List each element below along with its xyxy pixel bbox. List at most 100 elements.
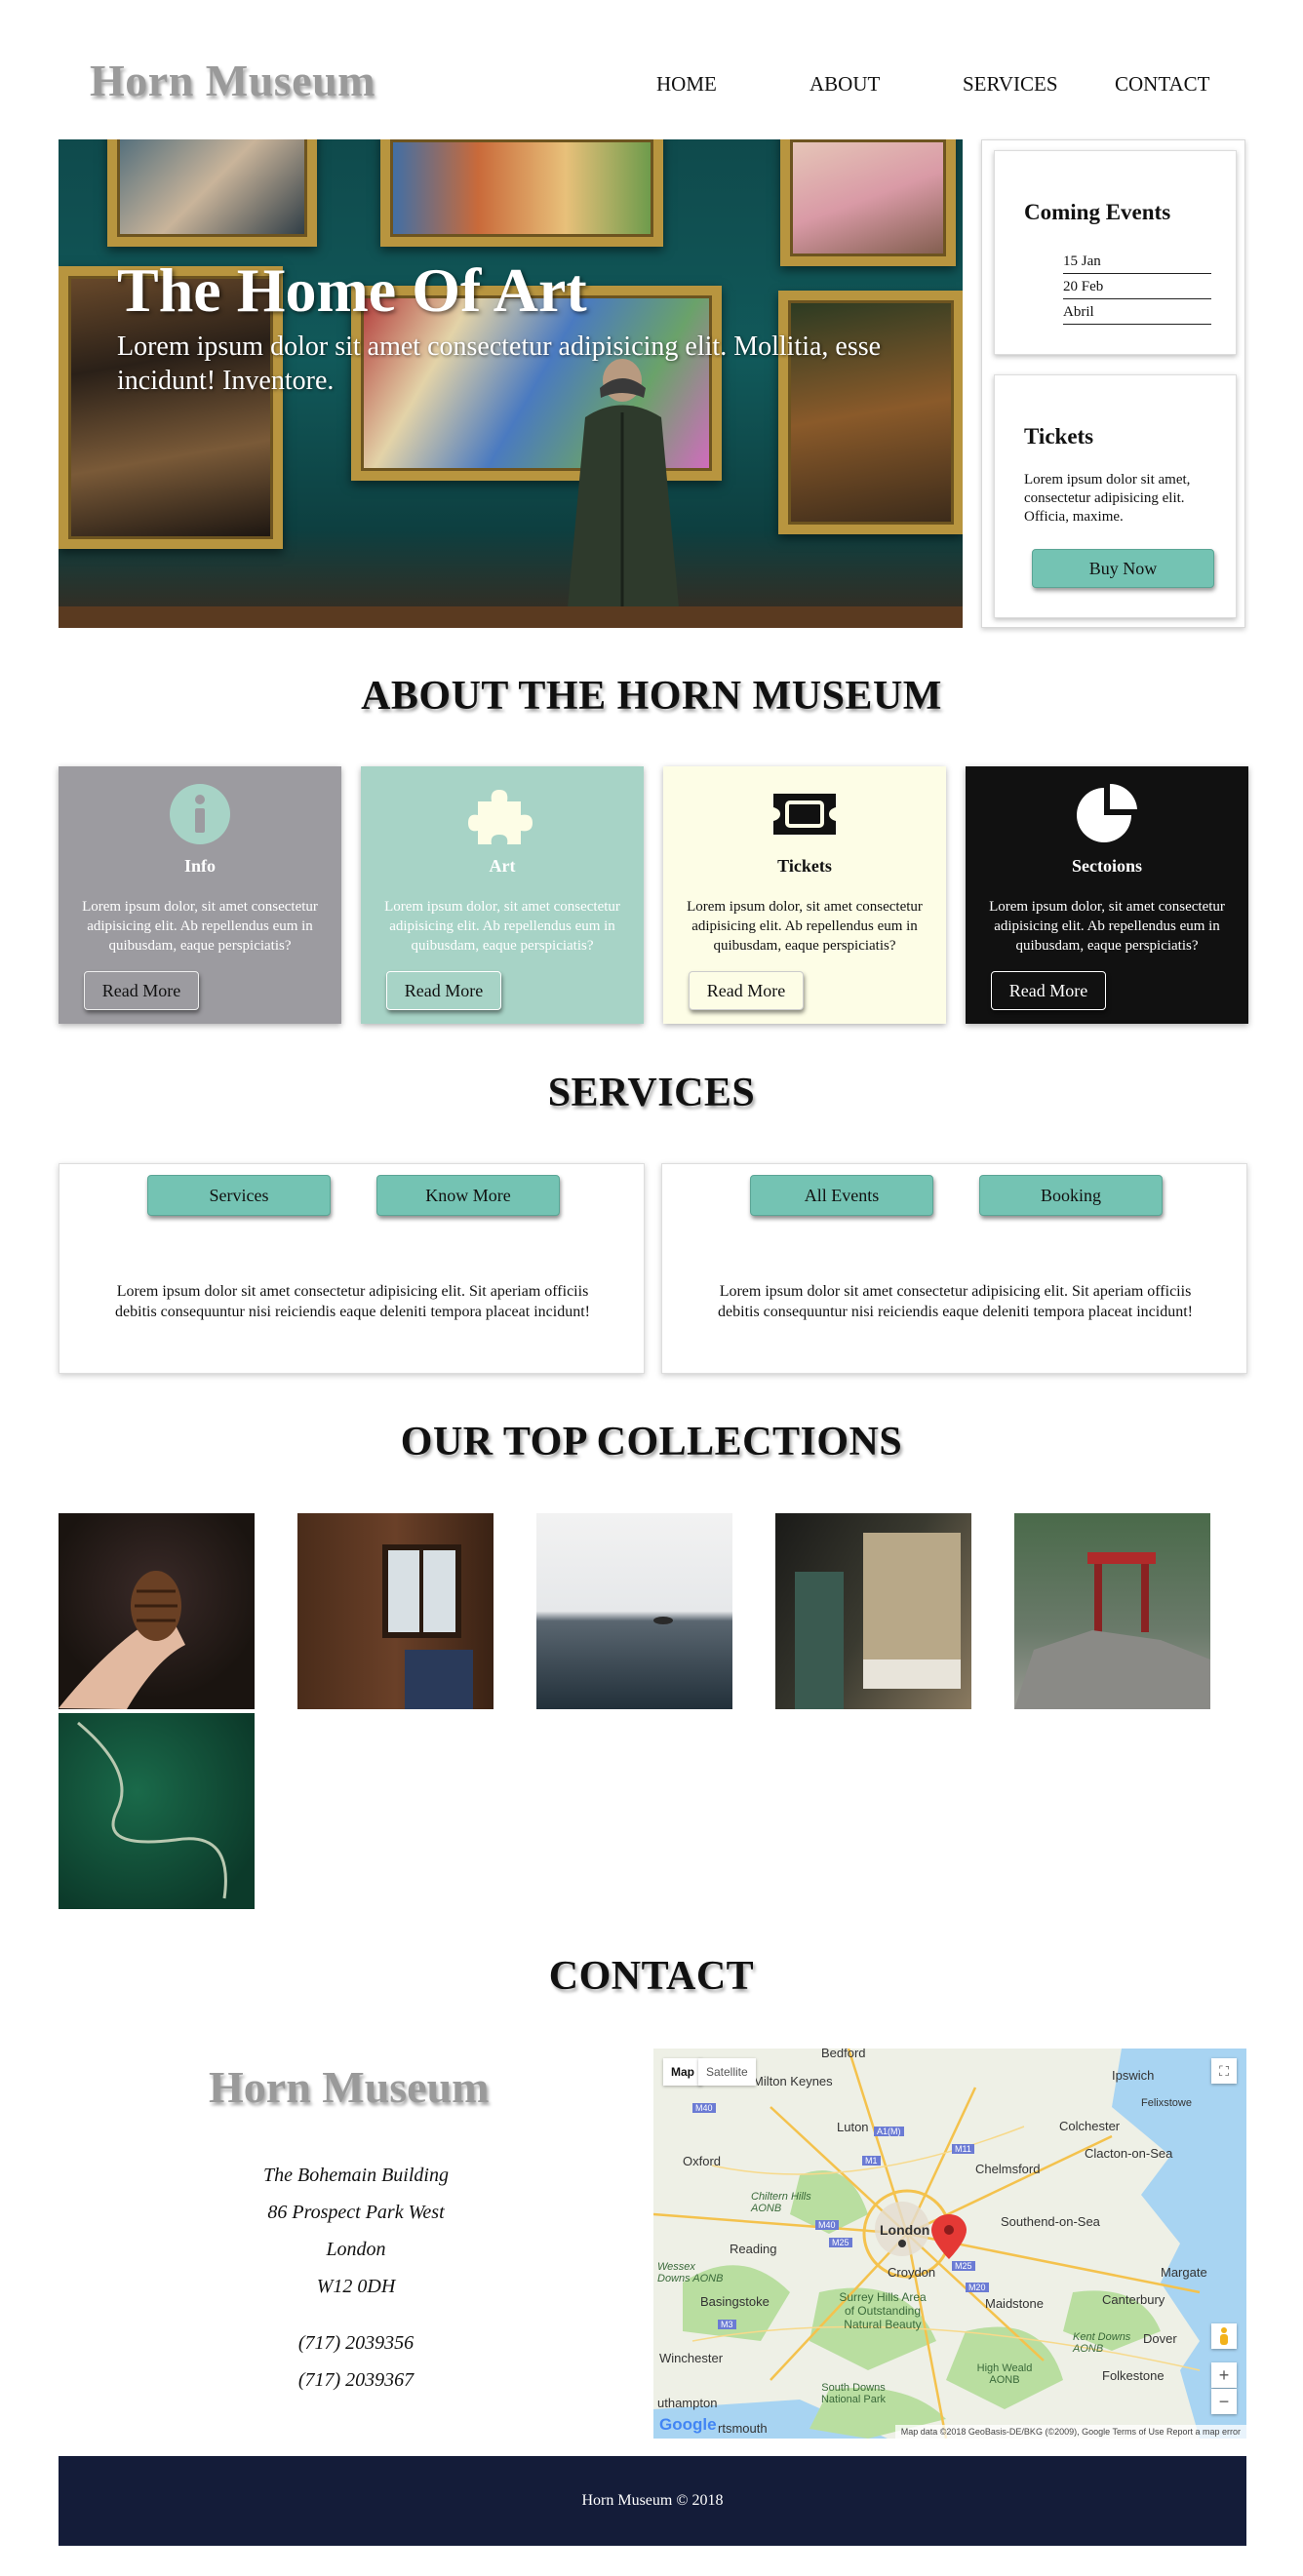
nav-services[interactable]: SERVICES xyxy=(963,72,1058,97)
contact-logo: Horn Museum xyxy=(209,2062,490,2112)
about-card-title: Art xyxy=(489,856,516,876)
road-shield: M25 xyxy=(952,2261,975,2271)
map-label: Chelmsford xyxy=(975,2162,1041,2176)
about-card-text: Lorem ipsum dolor, sit amet consectetur … xyxy=(384,899,620,954)
road-shield: M20 xyxy=(966,2283,989,2292)
map-label: Wessex Downs AONB xyxy=(657,2261,724,2284)
services-box: Services Know More Lorem ipsum dolor sit… xyxy=(59,1163,645,1374)
street-view-pegman-icon[interactable] xyxy=(1211,2323,1237,2349)
map-label: Canterbury xyxy=(1102,2292,1165,2307)
know-more-button[interactable]: Know More xyxy=(376,1175,560,1216)
collections-title: OUR TOP COLLECTIONS xyxy=(400,1420,903,1464)
hero-subtitle: Lorem ipsum dolor sit amet consectetur a… xyxy=(117,332,882,396)
map-label: Colchester xyxy=(1059,2119,1121,2133)
zoom-out-button[interactable]: − xyxy=(1211,2389,1237,2414)
about-card-info: Info Lorem ipsum dolor, sit amet consect… xyxy=(59,766,341,1024)
about-card-title: Tickets xyxy=(777,856,832,876)
collection-image[interactable] xyxy=(536,1513,732,1709)
read-more-button[interactable]: Read More xyxy=(386,971,501,1010)
visitor-figure xyxy=(566,359,681,628)
map-label: High Weald AONB xyxy=(976,2362,1033,2386)
map-label: Luton xyxy=(837,2120,869,2134)
map-label: Ipswich xyxy=(1112,2068,1155,2083)
about-card-text: Lorem ipsum dolor, sit amet consectetur … xyxy=(687,899,923,954)
services-text: Lorem ipsum dolor sit amet consectetur a… xyxy=(115,1283,590,1320)
hero-title: The Home Of Art xyxy=(117,255,587,325)
map-label: South Downs National Park xyxy=(820,2382,887,2405)
map-type-satellite-tab[interactable]: Satellite xyxy=(698,2058,756,2086)
map-label: Oxford xyxy=(683,2154,722,2168)
google-map[interactable]: Bedford Milton Keynes Ipswich Felixstowe… xyxy=(653,2049,1246,2439)
map-label: Milton Keynes xyxy=(753,2074,833,2088)
about-card-sections: Sectoions Lorem ipsum dolor, sit amet co… xyxy=(966,766,1248,1024)
map-label: uthampton xyxy=(657,2396,718,2410)
about-card-title: Sectoions xyxy=(1072,856,1142,876)
road-shield: M11 xyxy=(952,2144,974,2154)
read-more-button[interactable]: Read More xyxy=(991,971,1106,1010)
fullscreen-icon[interactable]: ⛶ xyxy=(1211,2058,1237,2084)
nav-contact[interactable]: CONTACT xyxy=(1115,72,1209,97)
collection-image[interactable] xyxy=(775,1513,971,1709)
map-label: Bedford xyxy=(821,2049,866,2060)
collection-image[interactable] xyxy=(1014,1513,1210,1709)
address-line: 86 Prospect Park West xyxy=(267,2202,445,2223)
map-label: Maidstone xyxy=(985,2296,1044,2311)
painting xyxy=(107,139,317,247)
road-shield: A1(M) xyxy=(874,2127,904,2136)
services-button[interactable]: Services xyxy=(147,1175,331,1216)
info-icon xyxy=(170,784,230,844)
map-label: Chiltern Hills AONB xyxy=(751,2191,811,2214)
map-type-map-tab[interactable]: Map xyxy=(663,2058,702,2086)
event-item[interactable]: 15 Jan xyxy=(1063,249,1211,274)
booking-button[interactable]: Booking xyxy=(979,1175,1163,1216)
pie-chart-icon xyxy=(1077,783,1137,842)
map-attribution[interactable]: Map data ©2018 GeoBasis-DE/BKG (©2009), … xyxy=(894,2425,1246,2439)
about-card-title: Info xyxy=(183,856,216,876)
phone-number[interactable]: (717) 2039367 xyxy=(195,2369,517,2392)
all-events-button[interactable]: All Events xyxy=(750,1175,933,1216)
road-shield: M1 xyxy=(862,2156,881,2166)
hero-banner: The Home Of Art Lorem ipsum dolor sit am… xyxy=(59,139,963,628)
map-label: Felixstowe xyxy=(1141,2097,1192,2109)
map-label: Southend-on-Sea xyxy=(1001,2214,1100,2229)
about-card-text: Lorem ipsum dolor, sit amet consectetur … xyxy=(82,899,318,954)
phone-number[interactable]: (717) 2039356 xyxy=(195,2332,517,2355)
map-label: Surrey Hills Area of Outstanding Natural… xyxy=(839,2290,927,2331)
road-shield: M25 xyxy=(829,2238,852,2247)
events-box: All Events Booking Lorem ipsum dolor sit… xyxy=(661,1163,1247,1374)
tickets-description: Lorem ipsum dolor sit amet, consectetur … xyxy=(1024,472,1191,525)
google-logo[interactable]: Google xyxy=(659,2415,717,2435)
collection-image[interactable] xyxy=(59,1513,255,1709)
painting xyxy=(780,139,956,266)
read-more-button[interactable]: Read More xyxy=(84,971,199,1010)
map-label: Basingstoke xyxy=(700,2294,770,2309)
map-label: Folkestone xyxy=(1102,2368,1165,2383)
contact-title: CONTACT xyxy=(548,1954,755,1999)
event-item[interactable]: 20 Feb xyxy=(1063,274,1211,299)
collection-image[interactable] xyxy=(297,1513,494,1709)
road-shield: M40 xyxy=(692,2103,716,2113)
about-card-art: Art Lorem ipsum dolor, sit amet consecte… xyxy=(361,766,644,1024)
services-title: SERVICES xyxy=(547,1071,756,1115)
map-label: Margate xyxy=(1161,2265,1207,2280)
read-more-button[interactable]: Read More xyxy=(689,971,804,1010)
map-label: Croydon xyxy=(888,2265,936,2280)
nav-home[interactable]: HOME xyxy=(656,72,717,97)
painting xyxy=(778,291,963,534)
puzzle-icon xyxy=(468,790,533,844)
tickets-card: Tickets Lorem ipsum dolor sit amet, cons… xyxy=(994,374,1237,618)
address-line: The Bohemain Building xyxy=(263,2165,449,2186)
tickets-title: Tickets xyxy=(1024,424,1094,449)
event-item[interactable]: Abril xyxy=(1063,299,1211,325)
collection-image[interactable] xyxy=(59,1713,255,1909)
about-card-tickets: Tickets Lorem ipsum dolor, sit amet cons… xyxy=(663,766,946,1024)
coming-events-card: Coming Events 15 Jan 20 Feb Abril xyxy=(994,150,1237,355)
zoom-in-button[interactable]: + xyxy=(1211,2362,1237,2388)
nav-about[interactable]: ABOUT xyxy=(809,72,880,97)
buy-now-button[interactable]: Buy Now xyxy=(1032,549,1214,588)
road-shield: M40 xyxy=(815,2220,839,2230)
map-label: rtsmouth xyxy=(718,2421,768,2436)
address-line: W12 0DH xyxy=(316,2276,396,2297)
coming-events-title: Coming Events xyxy=(1024,200,1171,224)
map-label: Winchester xyxy=(659,2351,724,2365)
